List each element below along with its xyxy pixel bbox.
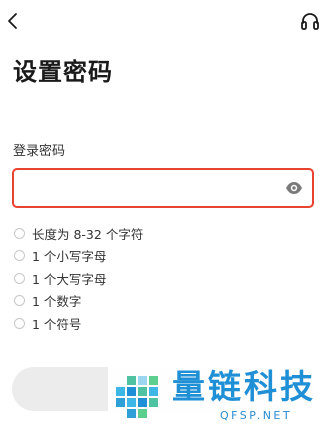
unchecked-circle-icon [14,272,25,284]
unchecked-circle-icon [14,227,25,239]
headset-icon [301,13,319,30]
password-visibility-toggle[interactable] [285,180,303,196]
password-field[interactable] [12,168,314,208]
eye-icon [286,182,302,194]
requirement-text: 1 个小写字母 [32,249,107,265]
watermark-logo-icon [112,369,166,423]
requirement-text: 1 个大写字母 [32,271,107,287]
watermark: 量链科技 QFSP.NET [108,362,329,428]
password-label: 登录密码 [13,144,66,159]
watermark-domain: QFSP.NET [220,409,293,422]
password-requirements: 长度为 8-32 个字符 1 个小写字母 1 个大写字母 1 个数字 1 个符号 [14,222,143,335]
back-button[interactable] [4,11,24,31]
requirement-text: 1 个符号 [32,316,82,332]
requirement-uppercase: 1 个大写字母 [14,267,143,290]
password-input[interactable] [24,170,279,206]
unchecked-circle-icon [14,295,25,307]
requirement-length: 长度为 8-32 个字符 [14,222,143,245]
requirement-symbol: 1 个符号 [14,312,143,335]
unchecked-circle-icon [14,250,25,262]
watermark-name: 量链科技 [172,367,316,406]
requirement-text: 长度为 8-32 个字符 [32,226,144,242]
chevron-left-icon [8,13,17,29]
requirement-digit: 1 个数字 [14,290,143,313]
page-title: 设置密码 [13,58,113,86]
unchecked-circle-icon [14,317,25,329]
requirement-lowercase: 1 个小写字母 [14,245,143,268]
customer-support-button[interactable] [299,11,321,33]
requirement-text: 1 个数字 [32,294,82,310]
